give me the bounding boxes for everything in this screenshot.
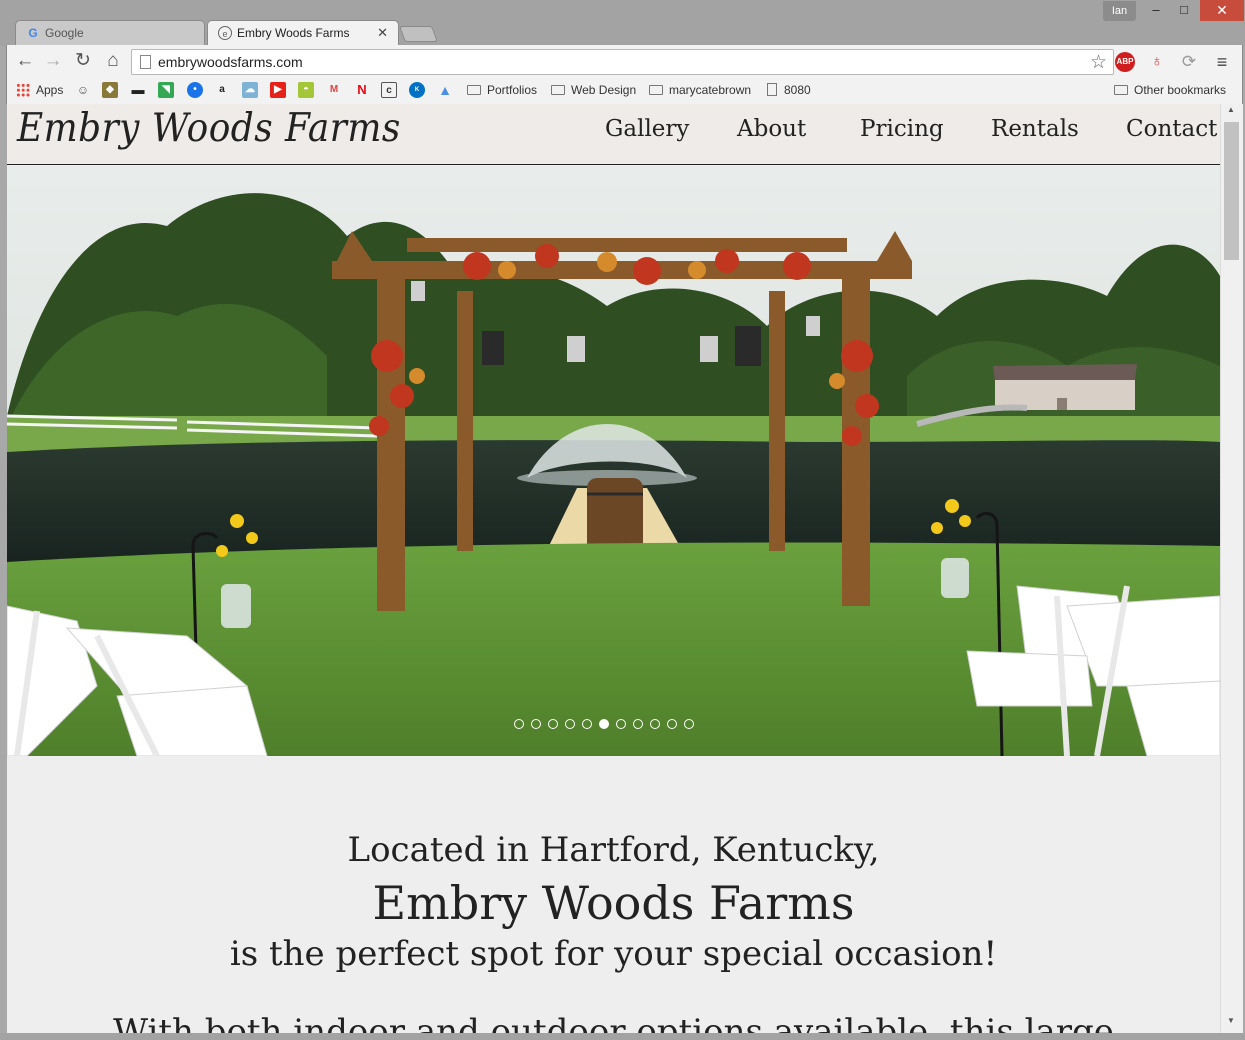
adblock-icon[interactable]: ABP xyxy=(1115,52,1135,72)
slider-dot[interactable] xyxy=(650,719,660,729)
tab-title: Embry Woods Farms xyxy=(237,26,350,40)
page-icon xyxy=(767,83,777,97)
slider-dot[interactable] xyxy=(531,719,541,729)
menu-icon[interactable]: ≡ xyxy=(1212,52,1232,72)
nav-rentals[interactable]: Rentals xyxy=(991,116,1079,142)
netflix-icon[interactable]: N xyxy=(354,82,370,98)
weather-icon[interactable]: • xyxy=(187,82,203,98)
close-tab-icon[interactable]: ✕ xyxy=(377,25,388,41)
intro-line-4: With both indoor and outdoor options ava… xyxy=(113,1012,1114,1033)
youtube-icon[interactable]: ▶ xyxy=(270,82,286,98)
intro-section: Located in Hartford, Kentucky, Embry Woo… xyxy=(7,756,1220,1033)
gmail-icon[interactable]: M xyxy=(326,82,342,98)
kroger-icon[interactable]: K xyxy=(409,82,425,98)
bookmark-folder-portfolios[interactable]: Portfolios xyxy=(467,81,537,99)
forward-icon[interactable]: → xyxy=(41,50,65,74)
nav-pricing[interactable]: Pricing xyxy=(860,116,944,142)
sync-icon[interactable]: ⟳ xyxy=(1179,52,1199,72)
hero-image xyxy=(7,166,1220,756)
bookmark-label: 8080 xyxy=(784,83,811,97)
window-frame-bottom xyxy=(0,1033,1245,1040)
drive-icon[interactable]: ▲ xyxy=(437,82,453,98)
slider-dot[interactable] xyxy=(633,719,643,729)
amazon-icon[interactable]: a xyxy=(214,82,230,98)
apps-grid-icon xyxy=(16,82,30,97)
intro-line-3: is the perfect spot for your special occ… xyxy=(229,934,998,974)
folder-icon xyxy=(1114,84,1128,95)
tab-google[interactable]: G Google xyxy=(15,20,205,46)
nav-about[interactable]: About xyxy=(737,116,806,142)
bookmark-folder-web-design[interactable]: Web Design xyxy=(551,81,636,99)
profile-badge[interactable]: Ian xyxy=(1103,1,1136,21)
android-icon[interactable]: ◓ xyxy=(298,82,314,98)
nav-gallery[interactable]: Gallery xyxy=(605,116,689,142)
bookmark-label: Apps xyxy=(36,83,64,97)
slider-dot[interactable] xyxy=(616,719,626,729)
cloud-icon[interactable]: ☁ xyxy=(242,82,258,98)
window-titlebar: Ian – □ ✕ G Google e Embry Woods Farms ✕ xyxy=(0,0,1245,46)
close-window-button[interactable]: ✕ xyxy=(1200,0,1244,21)
site-logo[interactable]: Embry Woods Farms xyxy=(17,106,401,151)
folder-icon xyxy=(649,84,663,95)
bookmark-folder-marycatebrown[interactable]: marycatebrown xyxy=(649,81,751,99)
bookmark-label: marycatebrown xyxy=(669,83,752,97)
slider-dot[interactable] xyxy=(565,719,575,729)
slider-dot[interactable] xyxy=(582,719,592,729)
page-icon xyxy=(140,55,151,69)
minimize-button[interactable]: – xyxy=(1142,0,1170,21)
maps-icon[interactable]: ◥ xyxy=(158,82,174,98)
bookmark-star-icon[interactable]: ☆ xyxy=(1090,51,1107,74)
slider-dot[interactable] xyxy=(548,719,558,729)
slider-dot[interactable] xyxy=(514,719,524,729)
page-viewport: Embry Woods Farms Gallery About Pricing … xyxy=(7,104,1243,1033)
calendar-icon[interactable]: c xyxy=(381,82,397,98)
nav-contact[interactable]: Contact xyxy=(1126,116,1217,142)
site-header: Embry Woods Farms Gallery About Pricing … xyxy=(7,104,1220,165)
folder-icon xyxy=(551,84,565,95)
browser-toolbar: ← → ↻ ⌂ embrywoodsfarms.com ☆ ABP ♁ ⟳ ≡ … xyxy=(6,45,1243,104)
hero-slider[interactable] xyxy=(7,166,1220,756)
slider-dot[interactable] xyxy=(599,719,609,729)
bookmark-8080[interactable]: 8080 xyxy=(767,81,811,99)
slider-dot[interactable] xyxy=(667,719,677,729)
slider-dot[interactable] xyxy=(684,719,694,729)
folder-icon xyxy=(467,84,481,95)
bookmark-label: Portfolios xyxy=(487,83,538,97)
intro-line-1: Located in Hartford, Kentucky, xyxy=(347,830,880,870)
bookmark-label: Other bookmarks xyxy=(1134,83,1227,97)
scroll-up-arrow-icon[interactable]: ▲ xyxy=(1227,105,1235,114)
reload-icon[interactable]: ↻ xyxy=(71,50,95,74)
reddit-icon[interactable]: ☺ xyxy=(75,82,91,98)
tab-embry-woods-farms[interactable]: e Embry Woods Farms ✕ xyxy=(207,20,399,46)
maximize-button[interactable]: □ xyxy=(1170,0,1198,21)
bookmark-other-bookmarks[interactable]: Other bookmarks xyxy=(1114,81,1226,99)
scroll-thumb[interactable] xyxy=(1224,122,1239,260)
back-icon[interactable]: ← xyxy=(13,50,37,74)
google-g-icon: G xyxy=(28,26,38,40)
scroll-down-arrow-icon[interactable]: ▼ xyxy=(1227,1016,1235,1025)
new-tab-button[interactable] xyxy=(399,26,438,42)
home-icon[interactable]: ⌂ xyxy=(101,50,125,74)
url-text[interactable]: embrywoodsfarms.com xyxy=(158,54,303,70)
shield-icon[interactable]: ◆ xyxy=(102,82,118,98)
bookmark-apps[interactable]: Apps xyxy=(16,81,63,99)
address-bar[interactable]: embrywoodsfarms.com ☆ xyxy=(131,49,1114,75)
ring-icon[interactable]: ♁ xyxy=(1147,52,1167,72)
intro-heading: Embry Woods Farms xyxy=(372,876,855,930)
vertical-scrollbar[interactable]: ▲ ▼ xyxy=(1220,104,1243,1033)
car-icon[interactable]: ▬ xyxy=(130,82,146,98)
bookmark-label: Web Design xyxy=(571,83,637,97)
tab-title: Google xyxy=(45,26,84,40)
site-favicon-icon: e xyxy=(218,26,232,40)
